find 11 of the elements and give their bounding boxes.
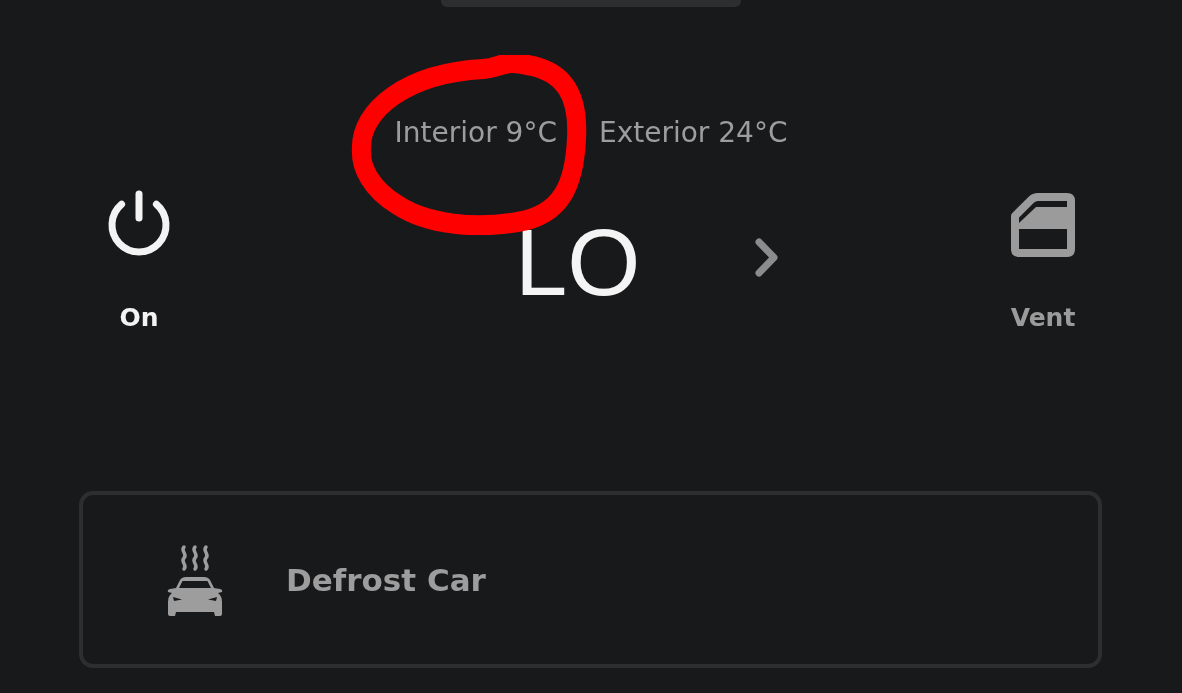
temperature-setpoint: LO bbox=[515, 216, 641, 310]
power-icon bbox=[107, 190, 171, 256]
car-door-icon bbox=[1011, 193, 1075, 257]
defrost-car-button[interactable]: Defrost Car bbox=[79, 491, 1102, 668]
temperature-reading: Exterior 24°C bbox=[598, 116, 788, 150]
temperature-reading: Interior 9°C bbox=[394, 116, 557, 150]
chevron-right-icon bbox=[754, 237, 780, 278]
power-button[interactable]: On bbox=[100, 190, 178, 340]
temperature-up-button[interactable] bbox=[754, 237, 780, 278]
car-heat-icon bbox=[166, 543, 224, 616]
vent-button[interactable]: Vent bbox=[1004, 190, 1082, 340]
